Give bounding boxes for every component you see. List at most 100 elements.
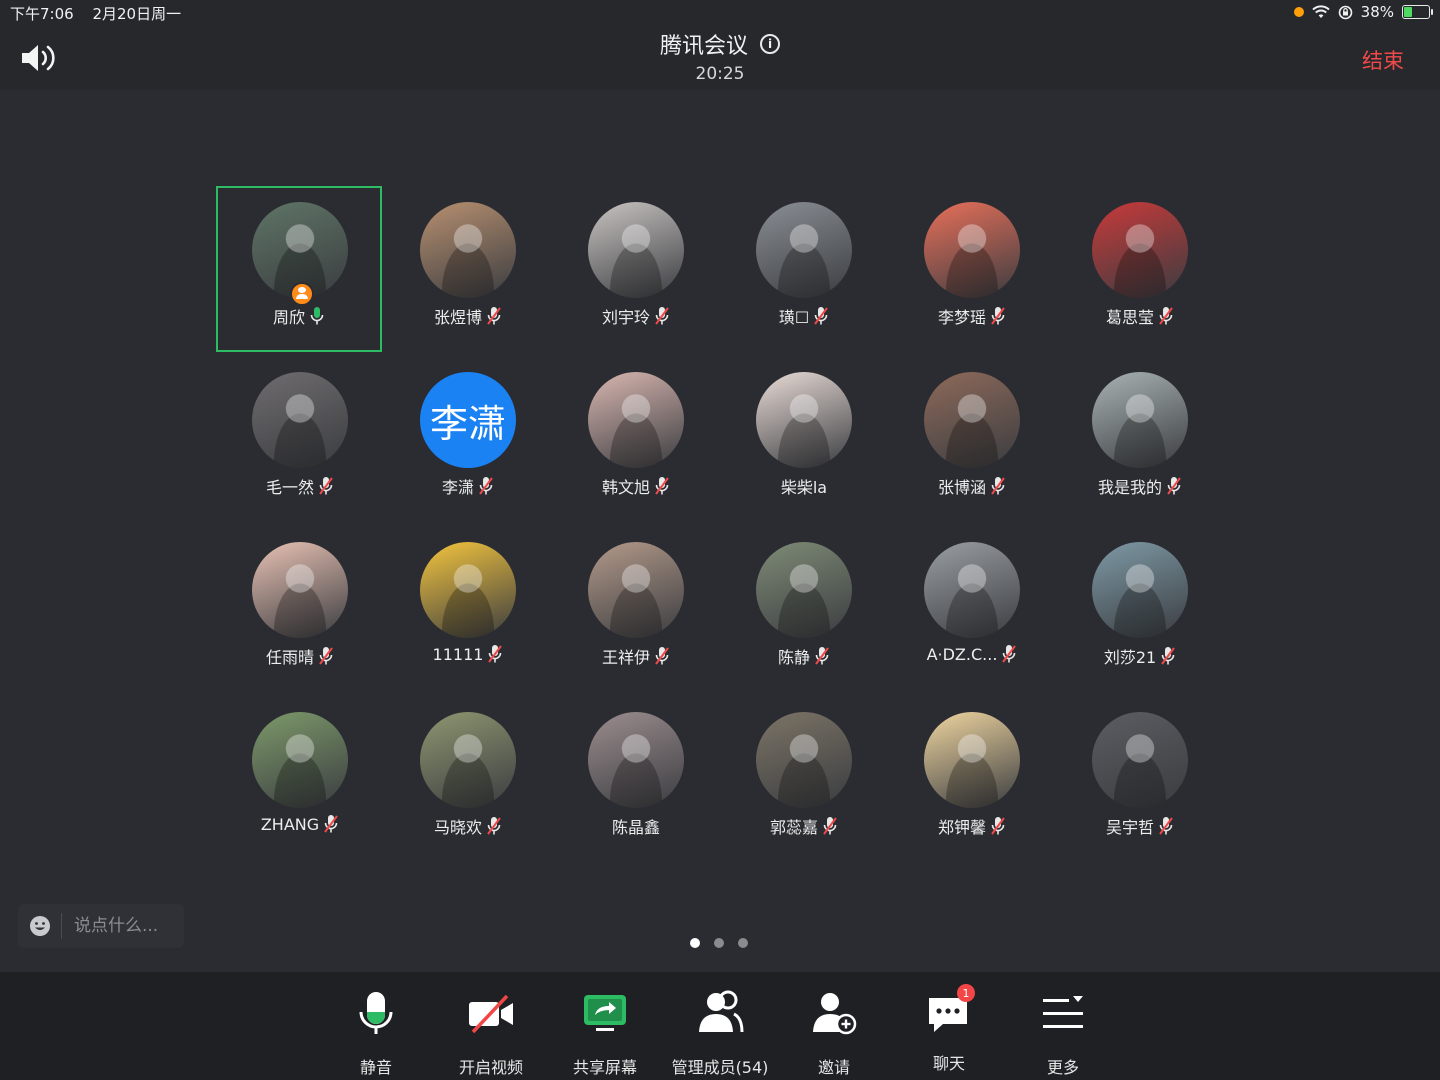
- participant-tile[interactable]: 毛一然: [216, 356, 384, 526]
- participant-name: 任雨晴: [265, 648, 314, 667]
- page-dot[interactable]: [738, 938, 748, 948]
- more-button[interactable]: 更多: [1008, 988, 1118, 1078]
- participant-tile[interactable]: 11111: [384, 526, 552, 696]
- participant-name: 张博涵: [937, 478, 986, 497]
- chat-input-box[interactable]: [18, 904, 184, 948]
- page-indicator: [690, 938, 748, 948]
- participant-name: 刘莎21: [1103, 648, 1157, 667]
- host-badge-icon: [290, 282, 314, 306]
- wifi-icon: [1311, 5, 1330, 18]
- participant-avatar: 李潇: [420, 372, 516, 468]
- mic-on-icon: [310, 307, 324, 325]
- participant-name: 葛思莹: [1105, 308, 1154, 327]
- video-off-icon: [469, 994, 513, 1034]
- share-screen-button[interactable]: 共享屏幕: [550, 988, 660, 1078]
- meeting-title-area: 腾讯会议 i 20:25: [0, 28, 1440, 84]
- participant-tile[interactable]: 任雨晴: [216, 526, 384, 696]
- participant-name: 马晓欢: [433, 818, 482, 837]
- mic-muted-icon: [1159, 817, 1173, 835]
- start-video-button[interactable]: 开启视频: [436, 988, 546, 1078]
- top-bar: 下午7:06 2月20日周一 38% 腾讯会议 i 20:25 结束: [0, 0, 1440, 90]
- participant-name: 11111: [432, 644, 484, 664]
- page-dot[interactable]: [714, 938, 724, 948]
- participant-name-row: 韩文旭: [552, 474, 720, 498]
- mic-muted-icon: [1161, 647, 1175, 665]
- participant-tile[interactable]: 李潇 李潇: [384, 356, 552, 526]
- chat-input-divider: [61, 913, 62, 939]
- participant-tile[interactable]: 王祥伊: [552, 526, 720, 696]
- participant-avatar: [252, 712, 348, 808]
- mic-muted-icon: [488, 645, 503, 663]
- mic-muted-icon: [655, 647, 669, 665]
- participant-tile[interactable]: 韩文旭: [552, 356, 720, 526]
- participant-tile[interactable]: 柴柴la: [720, 356, 888, 526]
- participant-avatar: [924, 712, 1020, 808]
- participant-name-row: 马晓欢: [384, 814, 552, 838]
- participant-avatar: [588, 202, 684, 298]
- participant-name: 毛一然: [265, 478, 314, 497]
- mic-muted-icon: [319, 477, 333, 495]
- participant-tile[interactable]: 葛思莹: [1056, 186, 1224, 356]
- participant-avatar: [420, 542, 516, 638]
- participant-name-row: 张煜博: [384, 304, 552, 328]
- participant-tile[interactable]: 吴宇哲: [1056, 696, 1224, 866]
- mic-muted-icon: [1159, 307, 1173, 325]
- participant-name: 王祥伊: [601, 648, 650, 667]
- participant-name-row: 李梦瑶: [888, 304, 1056, 328]
- participant-avatar: [1092, 712, 1188, 808]
- participant-name-row: 11111: [384, 644, 552, 664]
- participant-tile[interactable]: 郑钾馨: [888, 696, 1056, 866]
- chat-button[interactable]: 1 聊天: [894, 984, 1004, 1074]
- participant-tile[interactable]: ZHANG: [216, 696, 384, 866]
- mic-indicator-dot: [1293, 7, 1304, 17]
- emoji-icon[interactable]: [29, 915, 51, 937]
- participant-tile[interactable]: 张煜博: [384, 186, 552, 356]
- end-meeting-button[interactable]: 结束: [1356, 44, 1410, 76]
- participant-tile[interactable]: 璜☐: [720, 186, 888, 356]
- participant-tile[interactable]: 刘莎21: [1056, 526, 1224, 696]
- participant-tile[interactable]: 张博涵: [888, 356, 1056, 526]
- participant-tile[interactable]: 我是我的: [1056, 356, 1224, 526]
- meeting-title[interactable]: 腾讯会议 i: [660, 28, 780, 60]
- participant-avatar: [924, 202, 1020, 298]
- participant-name: 吴宇哲: [1105, 818, 1154, 837]
- participant-tile[interactable]: 周欣: [216, 186, 382, 352]
- status-left: 下午7:06 2月20日周一: [10, 3, 195, 24]
- orientation-lock-icon: [1338, 5, 1352, 19]
- manage-members-button[interactable]: 管理成员(54): [665, 988, 775, 1078]
- participant-tile[interactable]: 马晓欢: [384, 696, 552, 866]
- participant-avatar: [924, 542, 1020, 638]
- participant-tile[interactable]: 陈静: [720, 526, 888, 696]
- chat-input[interactable]: [72, 915, 176, 937]
- chat-unread-badge: 1: [957, 984, 975, 1002]
- mic-muted-icon: [655, 477, 669, 495]
- participant-tile[interactable]: 刘宇玲: [552, 186, 720, 356]
- info-icon[interactable]: i: [760, 34, 780, 54]
- more-label: 更多: [1046, 1058, 1079, 1077]
- participant-tile[interactable]: 陈晶鑫: [552, 696, 720, 866]
- mic-muted-icon: [1167, 477, 1181, 495]
- participant-avatar: [756, 372, 852, 468]
- meeting-app: 下午7:06 2月20日周一 38% 腾讯会议 i 20:25 结束 周欣 张煜…: [0, 0, 1440, 1080]
- participant-tile[interactable]: A·DZ.C...: [888, 526, 1056, 696]
- participant-name-row: 柴柴la: [720, 474, 888, 498]
- microphone-icon: [359, 992, 393, 1034]
- participant-name-row: 毛一然: [216, 474, 384, 498]
- participant-avatar: [1092, 372, 1188, 468]
- mic-muted-icon: [479, 477, 493, 495]
- participant-tile[interactable]: 郭蕊嘉: [720, 696, 888, 866]
- participant-name-row: ZHANG: [216, 814, 384, 834]
- participant-tile[interactable]: 李梦瑶: [888, 186, 1056, 356]
- mute-label: 静音: [359, 1058, 392, 1077]
- participant-avatar: [1092, 542, 1188, 638]
- participant-name: 陈晶鑫: [611, 818, 660, 837]
- share-screen-icon: [584, 995, 626, 1031]
- invite-label: 邀请: [817, 1058, 850, 1077]
- mic-muted-icon: [991, 477, 1005, 495]
- invite-button[interactable]: 邀请: [779, 988, 889, 1078]
- participant-name: 周欣: [272, 308, 305, 327]
- mute-button[interactable]: 静音: [321, 988, 431, 1078]
- members-icon: [699, 990, 744, 1033]
- page-dot[interactable]: [690, 938, 700, 948]
- mic-muted-icon: [991, 817, 1005, 835]
